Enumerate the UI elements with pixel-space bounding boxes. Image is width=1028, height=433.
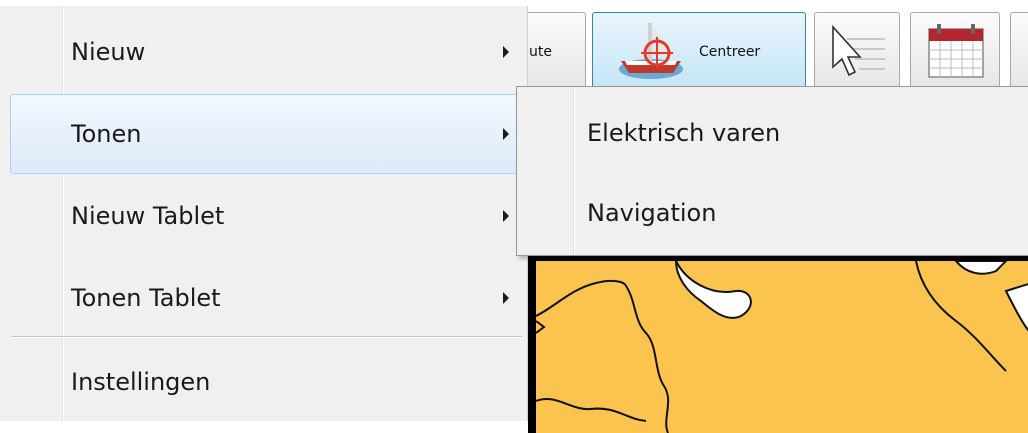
menu-item-nieuw-tablet[interactable]: Nieuw Tablet: [10, 176, 522, 256]
menu-item-tonen[interactable]: Tonen: [10, 94, 522, 174]
centreer-button-label: Centreer: [699, 44, 761, 60]
calendar-button[interactable]: [910, 12, 1000, 90]
menu-item-label: Instellingen: [71, 368, 211, 396]
map-view[interactable]: [528, 253, 1028, 433]
calendar-icon: [928, 24, 984, 78]
submenu-arrow-icon: [503, 292, 509, 304]
menu-item-label: Tonen Tablet: [71, 284, 221, 312]
menu-item-tonen-tablet[interactable]: Tonen Tablet: [10, 258, 522, 338]
select-cursor-icon: [832, 24, 885, 77]
submenu-item-elektrisch-varen[interactable]: Elektrisch varen: [521, 93, 1028, 173]
toolbar-button-edge[interactable]: [1010, 12, 1028, 90]
submenu-arrow-icon: [503, 210, 509, 222]
menu-item-label: Nieuw Tablet: [71, 202, 225, 230]
menu-item-label: Tonen: [71, 120, 142, 148]
submenu-arrow-icon: [503, 128, 509, 140]
centreer-button[interactable]: Centreer: [592, 12, 806, 90]
menu-item-label: Nieuw: [71, 38, 146, 66]
route-button-label: ute: [529, 44, 552, 60]
select-button[interactable]: [814, 12, 900, 90]
context-menu: Nieuw Tonen Nieuw Tablet Tonen Tablet In…: [0, 6, 528, 421]
submenu-arrow-icon: [503, 46, 509, 58]
centreer-icon: [619, 23, 683, 79]
submenu-tonen: Elektrisch varen Navigation: [516, 86, 1028, 256]
submenu-item-label: Elektrisch varen: [587, 119, 781, 147]
submenu-item-label: Navigation: [587, 199, 717, 227]
menu-item-instellingen[interactable]: Instellingen: [10, 342, 522, 422]
menu-separator: [12, 336, 522, 338]
menu-item-nieuw[interactable]: Nieuw: [10, 12, 522, 92]
submenu-item-navigation[interactable]: Navigation: [521, 173, 1028, 253]
map-canvas: [536, 261, 1028, 433]
route-button[interactable]: ute: [522, 12, 586, 90]
